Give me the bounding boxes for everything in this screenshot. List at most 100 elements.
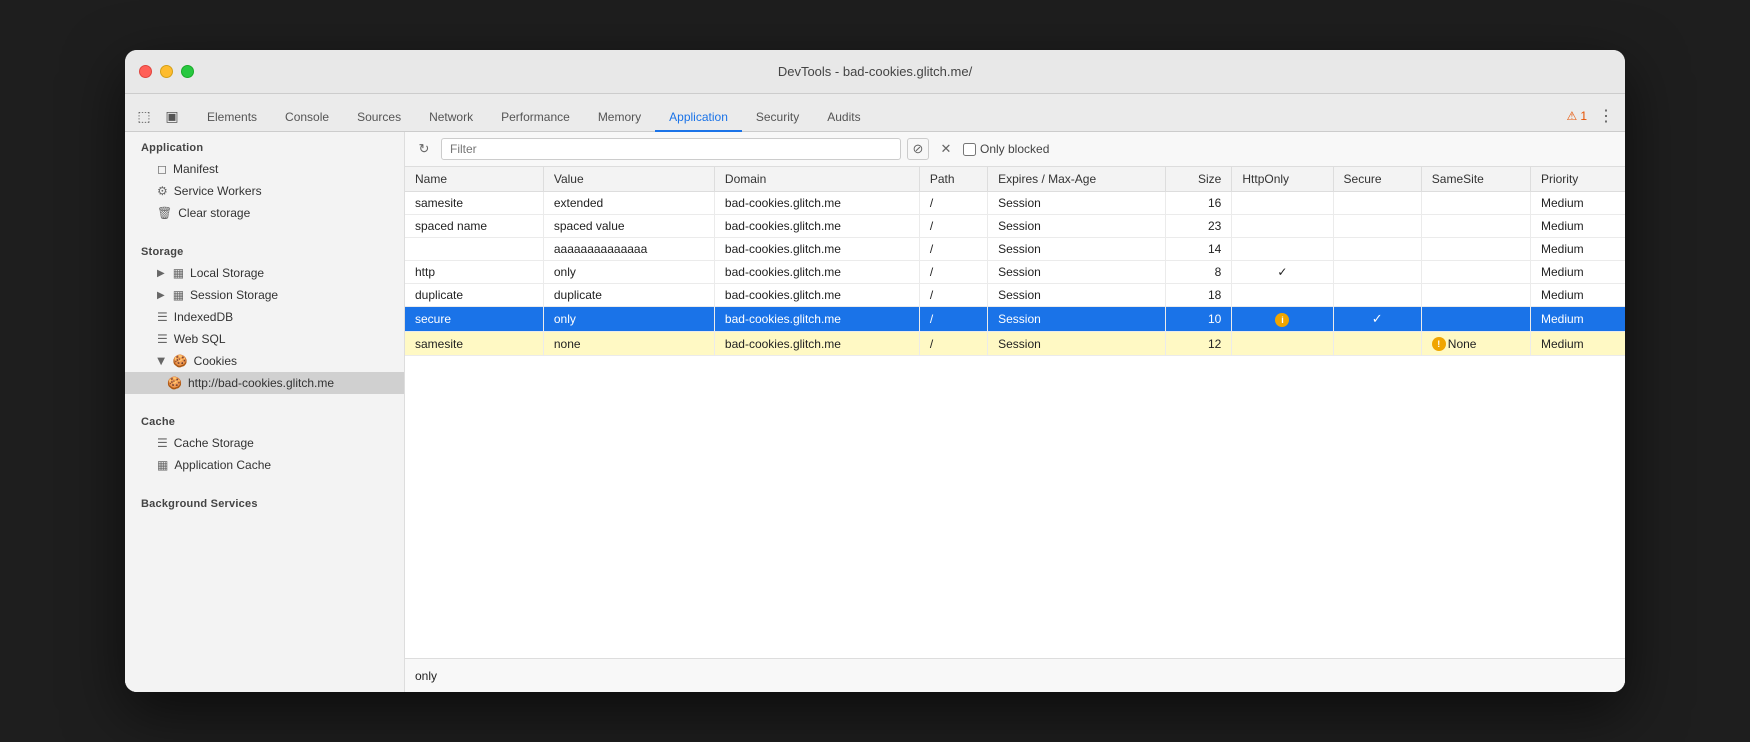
cell-row1-col1: spaced value	[543, 215, 714, 238]
cell-row2-secure	[1333, 238, 1421, 261]
sidebar-item-manifest[interactable]: ◻ Manifest	[125, 158, 404, 180]
refresh-icon[interactable]: ↻	[413, 138, 435, 160]
cookies-icon: 🍪	[173, 354, 188, 368]
cookies-url-icon: 🍪	[167, 376, 182, 390]
cell-row2-samesite	[1421, 238, 1530, 261]
cell-row2-httponly	[1232, 238, 1333, 261]
sidebar-item-application-cache[interactable]: ▦ Application Cache	[125, 454, 404, 476]
filter-input[interactable]	[441, 138, 901, 160]
web-sql-icon: ☰	[157, 332, 168, 346]
col-header-samesite[interactable]: SameSite	[1421, 167, 1530, 192]
cell-row3-col3: /	[919, 261, 987, 284]
more-options-icon[interactable]: ⋮	[1595, 105, 1617, 127]
tab-security[interactable]: Security	[742, 104, 813, 132]
session-storage-arrow: ▶	[157, 290, 165, 301]
tab-application[interactable]: Application	[655, 104, 742, 132]
cell-row3-col1: only	[543, 261, 714, 284]
cookies-arrow: ▶	[155, 357, 166, 365]
service-workers-label: Service Workers	[174, 184, 262, 198]
table-row[interactable]: aaaaaaaaaaaaaabad-cookies.glitch.me/Sess…	[405, 238, 1625, 261]
cache-storage-label: Cache Storage	[174, 436, 254, 450]
cell-row5-priority: Medium	[1530, 307, 1625, 332]
cell-row3-priority: Medium	[1530, 261, 1625, 284]
sidebar-item-cache-storage[interactable]: ☰ Cache Storage	[125, 432, 404, 454]
cookie-table-wrap: Name Value Domain Path Expires / Max-Age…	[405, 167, 1625, 658]
tab-performance[interactable]: Performance	[487, 104, 584, 132]
clear-filter-icon[interactable]: ✕	[935, 138, 957, 160]
cell-row6-samesite: !None	[1421, 332, 1530, 356]
cell-row5-col0: secure	[405, 307, 543, 332]
warning-badge[interactable]: ⚠ 1	[1567, 109, 1587, 123]
table-row[interactable]: spaced namespaced valuebad-cookies.glitc…	[405, 215, 1625, 238]
tab-network[interactable]: Network	[415, 104, 487, 132]
close-button[interactable]	[139, 65, 152, 78]
col-header-size[interactable]: Size	[1166, 167, 1232, 192]
cell-row4-col4: Session	[988, 284, 1166, 307]
cell-row6-size: 12	[1166, 332, 1232, 356]
table-row[interactable]: httponlybad-cookies.glitch.me/Session8✓M…	[405, 261, 1625, 284]
toolbar-icons: ⬚ ▣	[133, 105, 183, 131]
col-header-secure[interactable]: Secure	[1333, 167, 1421, 192]
sidebar-item-indexeddb[interactable]: ☰ IndexedDB	[125, 306, 404, 328]
sidebar-item-local-storage[interactable]: ▶ ▦ Local Storage	[125, 262, 404, 284]
minimize-button[interactable]	[160, 65, 173, 78]
maximize-button[interactable]	[181, 65, 194, 78]
cell-row6-secure	[1333, 332, 1421, 356]
sidebar: Application ◻ Manifest ⚙ Service Workers…	[125, 132, 405, 692]
devtools-body: Application ◻ Manifest ⚙ Service Workers…	[125, 132, 1625, 692]
table-row[interactable]: samesiteextendedbad-cookies.glitch.me/Se…	[405, 192, 1625, 215]
table-row[interactable]: duplicateduplicatebad-cookies.glitch.me/…	[405, 284, 1625, 307]
tab-elements[interactable]: Elements	[193, 104, 271, 132]
web-sql-label: Web SQL	[174, 332, 226, 346]
sidebar-item-cookies[interactable]: ▶ 🍪 Cookies	[125, 350, 404, 372]
cell-row6-httponly	[1232, 332, 1333, 356]
sidebar-item-service-workers[interactable]: ⚙ Service Workers	[125, 180, 404, 202]
sidebar-item-cookies-url[interactable]: 🍪 http://bad-cookies.glitch.me	[125, 372, 404, 394]
col-header-name[interactable]: Name	[405, 167, 543, 192]
cursor-icon[interactable]: ⬚	[133, 105, 155, 127]
tab-console[interactable]: Console	[271, 104, 343, 132]
warning-count: 1	[1580, 109, 1587, 123]
col-header-domain[interactable]: Domain	[714, 167, 919, 192]
cell-row5-secure: ✓	[1333, 307, 1421, 332]
tab-audits[interactable]: Audits	[813, 104, 874, 132]
cell-row0-samesite	[1421, 192, 1530, 215]
cell-row6-col3: /	[919, 332, 987, 356]
col-header-httponly[interactable]: HttpOnly	[1232, 167, 1333, 192]
cell-row1-col3: /	[919, 215, 987, 238]
cell-row1-col4: Session	[988, 215, 1166, 238]
tab-memory[interactable]: Memory	[584, 104, 655, 132]
table-row[interactable]: samesitenonebad-cookies.glitch.me/Sessio…	[405, 332, 1625, 356]
local-storage-icon: ▦	[173, 266, 184, 280]
cell-row3-col2: bad-cookies.glitch.me	[714, 261, 919, 284]
only-blocked-checkbox[interactable]	[963, 143, 976, 156]
col-header-priority[interactable]: Priority	[1530, 167, 1625, 192]
sidebar-item-session-storage[interactable]: ▶ ▦ Session Storage	[125, 284, 404, 306]
window-title: DevTools - bad-cookies.glitch.me/	[778, 64, 972, 79]
sidebar-item-web-sql[interactable]: ☰ Web SQL	[125, 328, 404, 350]
sidebar-item-clear-storage[interactable]: 🗑 Clear storage	[125, 202, 404, 224]
storage-section-header: Storage	[125, 236, 404, 262]
table-row[interactable]: secureonlybad-cookies.glitch.me/Session1…	[405, 307, 1625, 332]
only-blocked-label[interactable]: Only blocked	[963, 142, 1049, 156]
tab-sources[interactable]: Sources	[343, 104, 415, 132]
application-cache-label: Application Cache	[174, 458, 271, 472]
cell-row5-size: 10	[1166, 307, 1232, 332]
cell-row3-httponly: ✓	[1232, 261, 1333, 284]
block-icon[interactable]: ⊘	[907, 138, 929, 160]
cell-row1-secure	[1333, 215, 1421, 238]
cookies-label: Cookies	[194, 354, 237, 368]
clear-storage-label: Clear storage	[178, 206, 250, 220]
cell-row6-col2: bad-cookies.glitch.me	[714, 332, 919, 356]
devtools-tabs: ⬚ ▣ Elements Console Sources Network Per…	[125, 94, 1625, 132]
filter-bar: ↻ ⊘ ✕ Only blocked	[405, 132, 1625, 167]
device-icon[interactable]: ▣	[161, 105, 183, 127]
cell-row1-col0: spaced name	[405, 215, 543, 238]
cell-row4-priority: Medium	[1530, 284, 1625, 307]
col-header-expires[interactable]: Expires / Max-Age	[988, 167, 1166, 192]
selected-value: only	[415, 669, 437, 683]
col-header-path[interactable]: Path	[919, 167, 987, 192]
col-header-value[interactable]: Value	[543, 167, 714, 192]
cookie-table: Name Value Domain Path Expires / Max-Age…	[405, 167, 1625, 356]
cell-row5-col4: Session	[988, 307, 1166, 332]
